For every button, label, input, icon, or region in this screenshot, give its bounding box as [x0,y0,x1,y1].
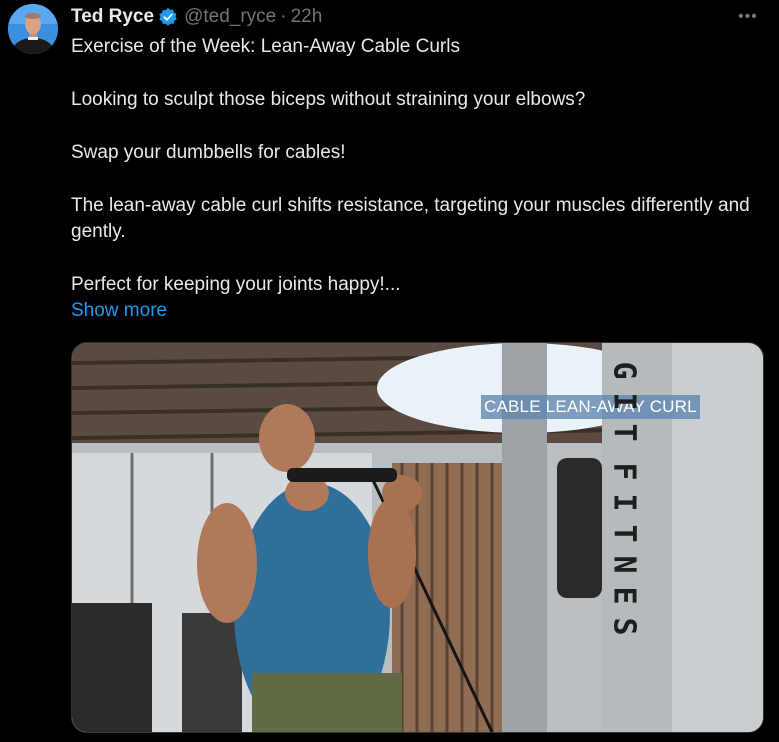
post-paragraph-3: The lean-away cable curl shifts resistan… [71,195,750,242]
post-paragraph-4: Perfect for keeping your joints happy!..… [71,274,401,295]
show-more-link[interactable]: Show more [71,298,751,324]
avatar[interactable] [8,4,58,54]
separator-dot: · [280,6,287,27]
post-timestamp[interactable]: 22h [291,6,323,28]
author-handle[interactable]: @ted_ryce [184,6,276,28]
more-horizontal-icon: ••• [738,8,758,25]
more-options-button[interactable]: ••• [731,4,765,30]
post-title: Exercise of the Week: Lean-Away Cable Cu… [71,36,460,57]
post-paragraph-1: Looking to sculpt those biceps without s… [71,89,586,110]
author-name[interactable]: Ted Ryce [71,6,154,28]
post-text: Exercise of the Week: Lean-Away Cable Cu… [71,34,751,324]
post-paragraph-2: Swap your dumbbells for cables! [71,142,346,163]
tweet[interactable]: Ted Ryce @ted_ryce · 22h ••• Exercise of… [0,0,779,742]
post-media-video[interactable]: CABLE LEAN-AWAY CURL G I T F I T N E S [71,342,764,733]
verified-badge-icon[interactable] [158,7,178,27]
video-caption-overlay: CABLE LEAN-AWAY CURL [481,395,700,419]
brand-logo-vertical: G I T F I T N E S [606,361,642,636]
post-header: Ted Ryce @ted_ryce · 22h [71,5,322,29]
